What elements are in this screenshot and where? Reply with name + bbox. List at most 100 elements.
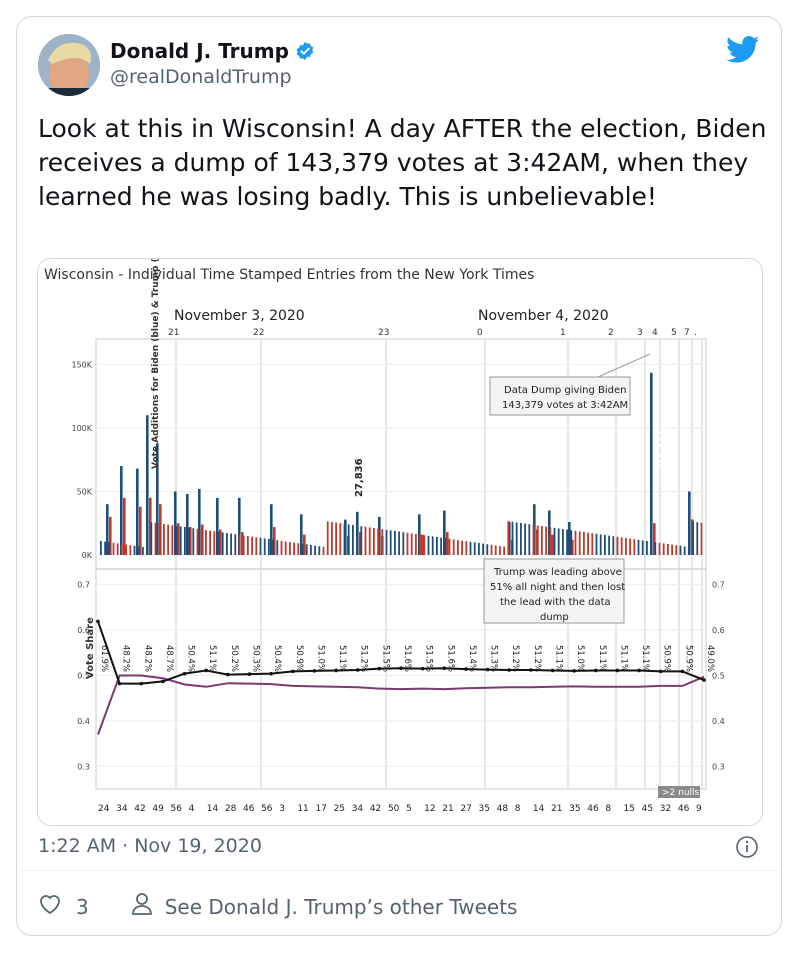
bar-small bbox=[247, 536, 249, 555]
minute-label: 42 bbox=[134, 804, 145, 814]
share-label: 48.2% bbox=[142, 645, 152, 672]
other-tweets-link[interactable]: See Donald J. Trump’s other Tweets bbox=[165, 895, 518, 919]
bar-small bbox=[100, 541, 102, 555]
bar-small bbox=[616, 536, 619, 555]
bar-small bbox=[137, 546, 140, 555]
minute-label: 56 bbox=[261, 804, 273, 814]
bar-small bbox=[578, 531, 581, 555]
share-y-tick-right: 0.7 bbox=[712, 581, 725, 590]
chart-title: Wisconsin - Individual Time Stamped Entr… bbox=[44, 267, 534, 283]
tweet-timestamp[interactable]: 1:22 AM · Nov 19, 2020 bbox=[38, 835, 262, 857]
date-label-nov3: November 3, 2020 bbox=[174, 308, 305, 324]
share-label: 51.5% bbox=[380, 645, 390, 672]
bar-small bbox=[591, 533, 594, 555]
share-y-tick-right: 0.6 bbox=[712, 626, 725, 635]
bar-small bbox=[524, 523, 526, 555]
lead-annotation-line3: the lead with the data bbox=[500, 597, 611, 608]
share-label: 50.2% bbox=[229, 645, 239, 672]
bar-small bbox=[192, 528, 195, 555]
bar-biden bbox=[650, 372, 653, 555]
share-y-tick-right: 0.5 bbox=[712, 671, 725, 680]
bar-small bbox=[494, 545, 497, 555]
author-name[interactable]: Donald J. Trump bbox=[110, 40, 315, 62]
bar-small bbox=[205, 530, 207, 555]
hour-label: 22 bbox=[253, 328, 264, 338]
share-point-trump bbox=[117, 681, 122, 686]
bar-small bbox=[427, 535, 430, 555]
bar-small bbox=[352, 525, 354, 555]
bar-y-tick: 0K bbox=[82, 551, 93, 560]
like-count[interactable]: 3 bbox=[76, 895, 89, 919]
bar-small bbox=[297, 543, 300, 555]
hour-label: . bbox=[694, 328, 697, 338]
bar-small bbox=[356, 525, 358, 555]
hour-label: 4 bbox=[652, 328, 658, 338]
info-icon[interactable] bbox=[735, 835, 759, 863]
bar-y-tick: 100K bbox=[71, 424, 92, 433]
bar-small bbox=[700, 522, 703, 555]
share-labels: 61.9% 48.2% 48.2% 48.7% 50.4% 51.1% 50.2% 50.3%… bbox=[99, 645, 715, 672]
minute-label: 45 bbox=[642, 804, 653, 814]
bar-small bbox=[373, 528, 375, 555]
bar-small bbox=[310, 545, 312, 555]
bar-small bbox=[469, 541, 472, 555]
share-line-biden bbox=[97, 674, 705, 735]
hour-axis: 21 22 23 0 1 2 3 4 5 7. bbox=[168, 328, 697, 338]
user-icon[interactable] bbox=[131, 892, 153, 921]
bar-small bbox=[377, 528, 379, 555]
share-label: 51.2% bbox=[532, 645, 542, 672]
bar-small bbox=[553, 527, 556, 555]
bar-small bbox=[440, 537, 442, 555]
share-label: 51.2% bbox=[359, 645, 369, 672]
minute-label: 25 bbox=[334, 804, 345, 814]
share-label: 51.1% bbox=[618, 645, 628, 672]
bar-small bbox=[629, 538, 631, 555]
share-label: 61.9% bbox=[99, 645, 109, 672]
avatar[interactable] bbox=[38, 34, 100, 96]
share-label: 51.3% bbox=[489, 645, 499, 672]
bar-small bbox=[654, 542, 657, 555]
bar-small bbox=[343, 523, 346, 555]
lead-annotation-line1: Trump was leading above bbox=[493, 567, 622, 578]
bar-small bbox=[532, 524, 535, 555]
bar-small bbox=[385, 529, 388, 555]
bar-small bbox=[112, 542, 115, 555]
share-label: 51.1% bbox=[337, 645, 347, 672]
bar-small bbox=[683, 546, 686, 555]
bar-small bbox=[595, 533, 598, 555]
minute-label: 27 bbox=[460, 804, 471, 814]
tweet-media-chart[interactable]: Wisconsin - Individual Time Stamped Entr… bbox=[37, 258, 763, 826]
hour-label: 5 bbox=[671, 328, 677, 338]
bar-small bbox=[272, 539, 274, 555]
bar-small bbox=[150, 522, 153, 555]
bar-small bbox=[549, 527, 552, 555]
share-label: 49.0% bbox=[705, 645, 715, 672]
bar-small bbox=[570, 530, 573, 555]
bar-small bbox=[528, 524, 531, 555]
bar-small bbox=[318, 546, 321, 555]
y-axes: 0K50K100K150K0.3 0.30.4 0.40.5 0.50.6 0.60.7… bbox=[71, 360, 724, 771]
author-name-text[interactable]: Donald J. Trump bbox=[110, 40, 289, 62]
bar-small bbox=[604, 535, 606, 555]
author-handle[interactable]: @realDonaldTrump bbox=[110, 66, 292, 88]
bar-small bbox=[620, 537, 623, 555]
share-label: 50.9% bbox=[683, 645, 693, 672]
twitter-bird-icon[interactable] bbox=[726, 36, 760, 68]
nulls-badge-text: >2 nulls bbox=[662, 788, 700, 798]
hour-label: 7 bbox=[684, 328, 690, 338]
minute-label: 12 bbox=[424, 804, 435, 814]
minute-label: 24 bbox=[98, 804, 110, 814]
bar-small bbox=[452, 539, 455, 555]
minute-label: 48 bbox=[497, 804, 509, 814]
bar-small bbox=[171, 525, 174, 555]
minute-label: 4 bbox=[189, 804, 195, 814]
share-label: 51.2% bbox=[510, 645, 520, 672]
bar-small bbox=[263, 538, 266, 555]
minute-label: 3 bbox=[279, 804, 285, 814]
hour-label: 23 bbox=[378, 328, 389, 338]
bar-small bbox=[335, 522, 337, 555]
share-point-trump bbox=[161, 679, 165, 684]
minute-label: 46 bbox=[243, 804, 255, 814]
bar-small bbox=[410, 533, 413, 555]
like-icon[interactable] bbox=[38, 893, 62, 920]
